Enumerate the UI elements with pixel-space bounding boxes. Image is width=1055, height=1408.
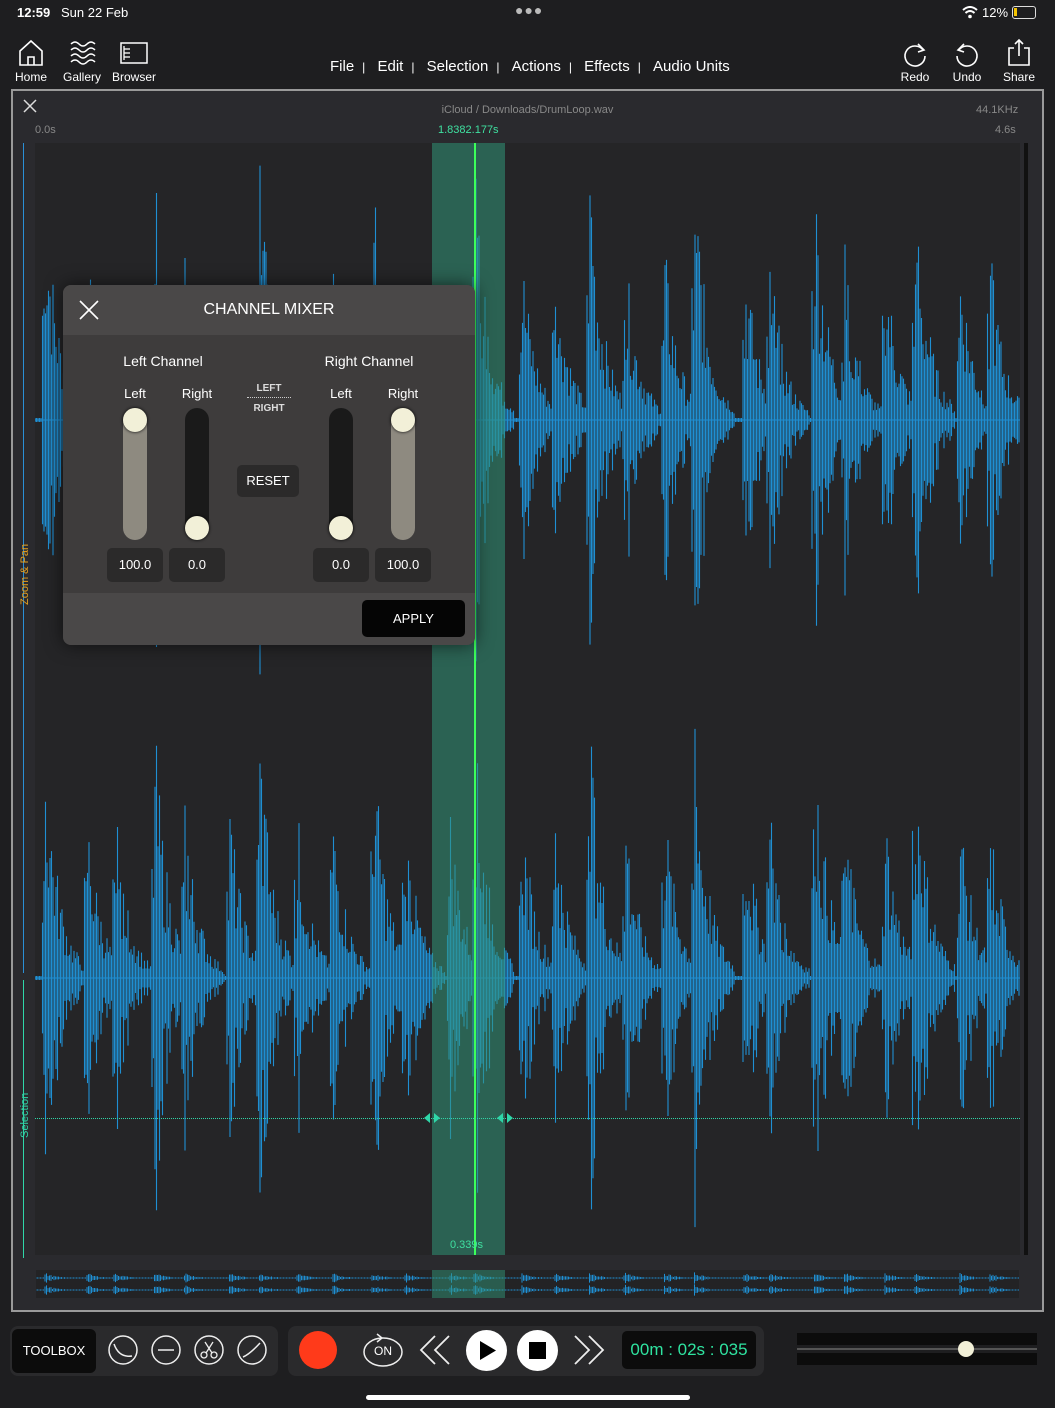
file-path: iCloud / Downloads/DrumLoop.wav — [441, 104, 614, 116]
zoom-pan-label: Zoom & Pan — [19, 543, 31, 605]
record-button[interactable] — [299, 1331, 337, 1369]
stop-icon — [529, 1342, 546, 1359]
undo-icon — [956, 43, 978, 67]
menu-audio-units[interactable]: Audio Units — [653, 58, 730, 75]
home-label: Home — [14, 70, 47, 84]
slider-left-right[interactable] — [185, 408, 209, 540]
selection-right-handle-icon[interactable] — [497, 1112, 513, 1124]
redo-icon — [904, 43, 926, 67]
redo-button[interactable]: Redo — [889, 38, 941, 88]
swap-channels-button[interactable]: LEFT RIGHT — [239, 383, 299, 414]
menu-edit[interactable]: Edit — [377, 58, 403, 75]
multitask-dots-icon[interactable]: ●●● — [515, 2, 543, 18]
rl-value[interactable]: 0.0 — [313, 548, 369, 582]
scissors-icon[interactable] — [193, 1334, 225, 1366]
slider-knob[interactable] — [123, 408, 147, 432]
menu-effects[interactable]: Effects — [584, 58, 630, 75]
menu-actions[interactable]: Actions — [512, 58, 561, 75]
selection-range: 1.8382.177s — [438, 124, 499, 136]
home-icon — [19, 39, 43, 66]
menu-file[interactable]: File — [330, 58, 354, 75]
time-display: 00m : 02s : 035 — [622, 1331, 756, 1369]
swap-top-label: LEFT — [247, 383, 291, 398]
volume-meter-bottom — [797, 1353, 1037, 1365]
volume-track — [797, 1348, 1037, 1350]
slider-knob[interactable] — [329, 516, 353, 540]
slider-knob[interactable] — [391, 408, 415, 432]
lr-label: Right — [181, 386, 213, 401]
selection-length: 0.339s — [450, 1239, 484, 1251]
fast-forward-icon[interactable] — [572, 1334, 606, 1366]
selection-track-label: Selection — [19, 1092, 31, 1138]
wifi-icon — [962, 6, 978, 19]
toolbox-button[interactable]: TOOLBOX — [12, 1329, 96, 1373]
slider-left-left[interactable] — [123, 408, 147, 540]
slider-knob[interactable] — [185, 516, 209, 540]
undo-label: Undo — [952, 70, 982, 84]
ll-label: Left — [124, 386, 146, 401]
volume-slider[interactable] — [797, 1333, 1037, 1365]
status-time: 12:59 — [17, 5, 51, 20]
reset-button[interactable]: RESET — [237, 465, 299, 497]
stop-button[interactable] — [517, 1330, 558, 1371]
undo-button[interactable]: Undo — [941, 38, 993, 88]
silence-icon[interactable] — [150, 1334, 182, 1366]
gallery-label: Gallery — [62, 70, 101, 84]
vertical-scrollbar[interactable] — [1024, 143, 1028, 1255]
apply-button[interactable]: APPLY — [362, 600, 465, 637]
lr-value[interactable]: 0.0 — [169, 548, 225, 582]
status-bar: 12:59 Sun 22 Feb ●●● 12% — [0, 0, 1055, 28]
share-icon — [1008, 38, 1030, 66]
overview-trace — [35, 1272, 1019, 1296]
selection-start: 1.838 — [438, 124, 466, 136]
overview-waveform[interactable] — [35, 1270, 1019, 1298]
waves-icon — [70, 41, 96, 65]
rl-label: Left — [330, 386, 352, 401]
browser-label: Browser — [111, 70, 156, 84]
fade-out-icon[interactable] — [236, 1334, 268, 1366]
left-channel-heading: Left Channel — [123, 353, 203, 369]
battery-percent: 12% — [982, 5, 1009, 20]
home-indicator[interactable] — [366, 1395, 690, 1400]
time-end: 4.6s — [995, 124, 1016, 136]
rr-label: Right — [387, 386, 419, 401]
play-icon — [480, 1341, 496, 1360]
overview-wave — [35, 1272, 1019, 1296]
gallery-button[interactable]: Gallery — [56, 38, 108, 88]
loop-toggle[interactable]: ON — [362, 1331, 404, 1369]
redo-label: Redo — [900, 70, 930, 84]
menu-selection[interactable]: Selection — [427, 58, 489, 75]
selection-left-handle-icon[interactable] — [424, 1112, 440, 1124]
slider-right-right[interactable] — [391, 408, 415, 540]
browser-button[interactable]: Browser — [108, 38, 160, 88]
swap-bottom-label: RIGHT — [253, 403, 285, 414]
slider-right-left[interactable] — [329, 408, 353, 540]
home-button[interactable]: Home — [5, 38, 57, 88]
sample-rate: 44.1KHz — [976, 104, 1019, 116]
dialog-title: CHANNEL MIXER — [203, 301, 335, 318]
overview-selection[interactable] — [432, 1270, 505, 1298]
status-date: Sun 22 Feb — [61, 5, 129, 20]
rr-value[interactable]: 100.0 — [375, 548, 431, 582]
share-button[interactable]: Share — [993, 38, 1045, 88]
volume-meter-top — [797, 1333, 1037, 1345]
loop-label: ON — [374, 1344, 392, 1358]
selection-end: 2.177s — [465, 124, 499, 136]
channel-mixer-dialog: CHANNEL MIXER Left Channel Right Channel… — [63, 285, 475, 645]
share-label: Share — [1002, 70, 1036, 84]
browser-icon — [120, 42, 148, 64]
time-start: 0.0s — [35, 124, 56, 136]
selection-guide — [35, 1118, 1020, 1119]
play-button[interactable] — [466, 1330, 507, 1371]
rewind-icon[interactable] — [418, 1334, 452, 1366]
main-menu: File | Edit | Selection | Actions | Effects |… — [330, 58, 730, 75]
right-channel-heading: Right Channel — [324, 353, 414, 369]
battery-icon — [1012, 6, 1036, 19]
fade-in-icon[interactable] — [107, 1334, 139, 1366]
ll-value[interactable]: 100.0 — [107, 548, 163, 582]
